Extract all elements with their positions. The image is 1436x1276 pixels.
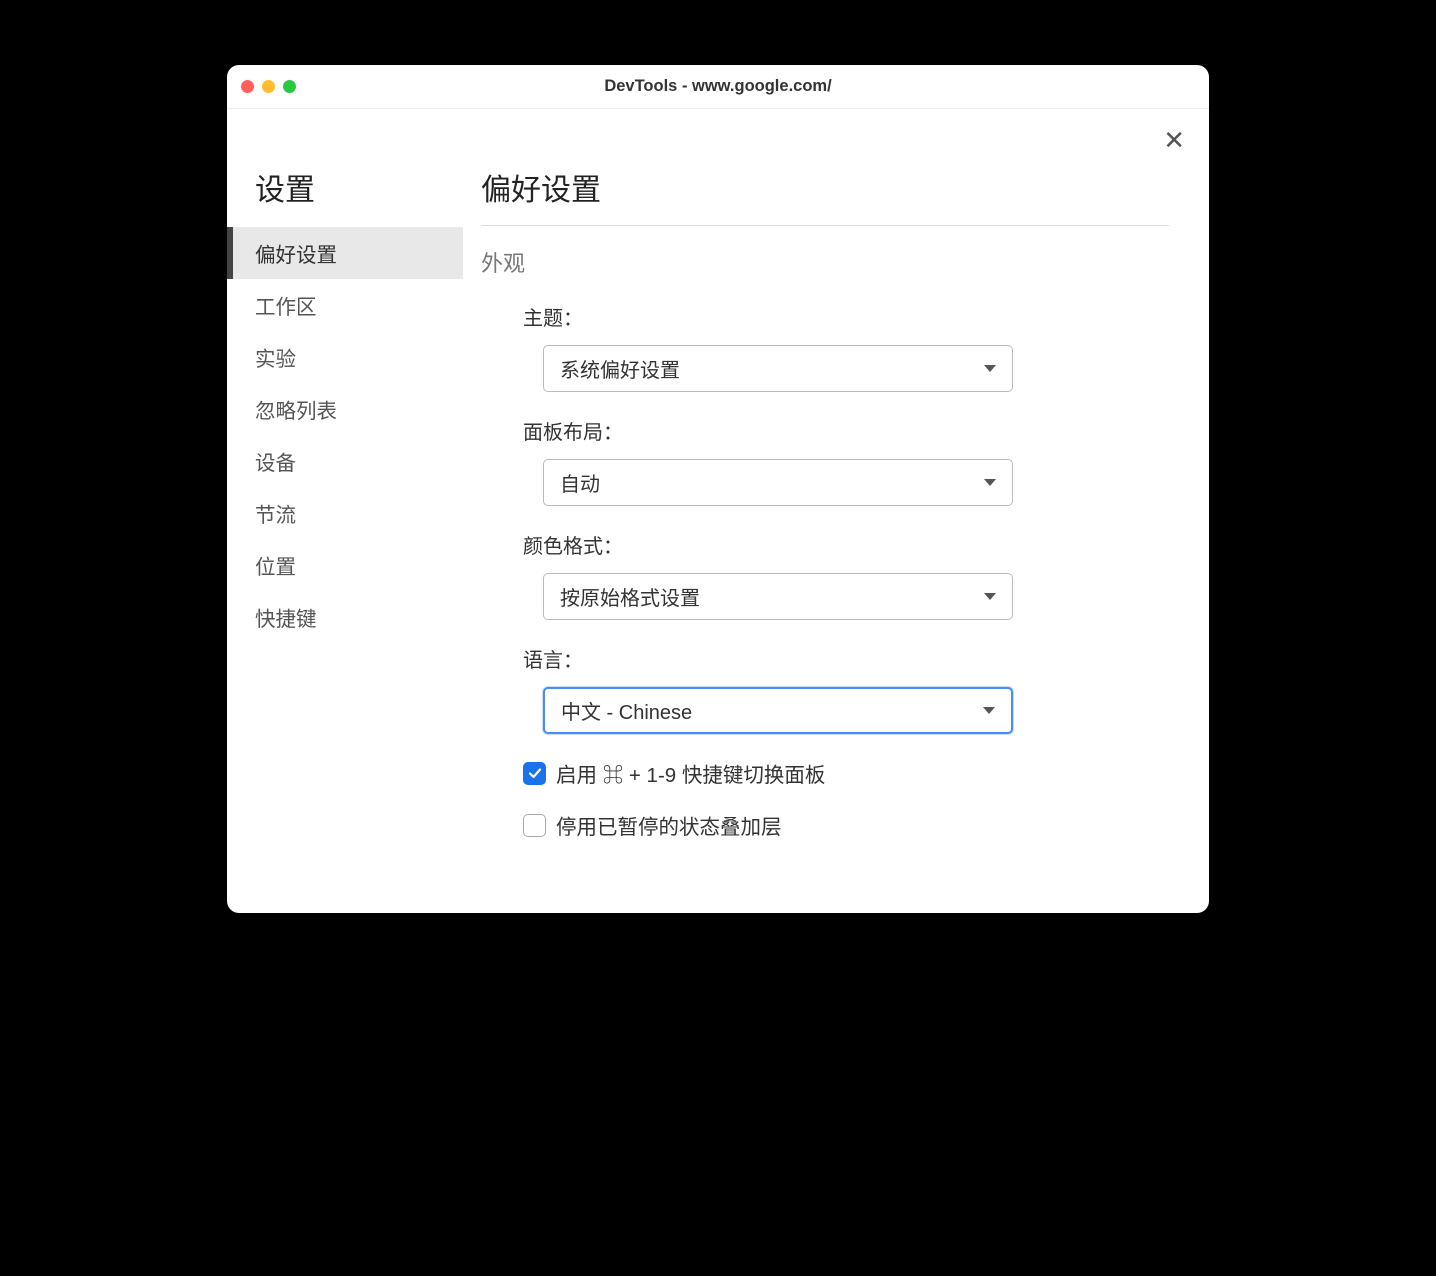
- sidebar-item-preferences[interactable]: 偏好设置: [227, 227, 463, 279]
- checkbox-label: 启用 ⌘ + 1-9 快捷键切换面板: [556, 758, 825, 788]
- window-maximize-button[interactable]: [283, 80, 296, 93]
- sidebar: 设置 偏好设置 工作区 实验 忽略列表 设备 节流 位置 快捷: [227, 137, 463, 913]
- window-minimize-button[interactable]: [262, 80, 275, 93]
- field-label: 颜色格式：: [523, 530, 1169, 559]
- select-value: 自动: [560, 468, 600, 497]
- panel-layout-select[interactable]: 自动: [543, 459, 1013, 506]
- select-value: 系统偏好设置: [560, 354, 680, 383]
- sidebar-item-throttling[interactable]: 节流: [227, 487, 463, 539]
- traffic-lights: [241, 80, 296, 93]
- checkbox-paused-overlay[interactable]: [523, 814, 546, 837]
- check-icon: [527, 765, 543, 781]
- main-panel: 偏好设置 外观 主题： 系统偏好设置 面板布局： 自动: [463, 137, 1209, 913]
- chevron-down-icon: [984, 479, 996, 486]
- sidebar-item-devices[interactable]: 设备: [227, 435, 463, 487]
- chevron-down-icon: [984, 593, 996, 600]
- sidebar-item-label: 偏好设置: [255, 238, 337, 268]
- sidebar-title: 设置: [227, 165, 463, 227]
- chevron-down-icon: [984, 365, 996, 372]
- select-value: 中文 - Chinese: [561, 696, 692, 725]
- language-select[interactable]: 中文 - Chinese: [543, 687, 1013, 734]
- titlebar: DevTools - www.google.com/: [227, 65, 1209, 109]
- sidebar-item-ignore-list[interactable]: 忽略列表: [227, 383, 463, 435]
- window-close-button[interactable]: [241, 80, 254, 93]
- field-label: 语言：: [523, 644, 1169, 673]
- field-panel-layout: 面板布局： 自动: [481, 416, 1169, 506]
- select-value: 按原始格式设置: [560, 582, 700, 611]
- sidebar-item-label: 设备: [255, 446, 296, 476]
- devtools-settings-window: DevTools - www.google.com/ ✕ 设置 偏好设置 工作区…: [227, 65, 1209, 913]
- field-theme: 主题： 系统偏好设置: [481, 302, 1169, 392]
- color-format-select[interactable]: 按原始格式设置: [543, 573, 1013, 620]
- sidebar-item-label: 忽略列表: [255, 394, 337, 424]
- window-title: DevTools - www.google.com/: [227, 77, 1209, 96]
- sidebar-item-label: 快捷键: [255, 602, 317, 632]
- sidebar-item-locations[interactable]: 位置: [227, 539, 463, 591]
- content-area: ✕ 设置 偏好设置 工作区 实验 忽略列表 设备 节流 位置: [227, 109, 1209, 913]
- checkbox-row-shortcuts[interactable]: 启用 ⌘ + 1-9 快捷键切换面板: [481, 758, 1169, 788]
- page-title: 偏好设置: [481, 165, 1169, 226]
- sidebar-item-label: 实验: [255, 342, 296, 372]
- field-label: 面板布局：: [523, 416, 1169, 445]
- theme-select[interactable]: 系统偏好设置: [543, 345, 1013, 392]
- sidebar-item-workspace[interactable]: 工作区: [227, 279, 463, 331]
- field-label: 主题：: [523, 302, 1169, 331]
- checkbox-row-paused-overlay[interactable]: 停用已暂停的状态叠加层: [481, 810, 1169, 840]
- sidebar-item-label: 工作区: [255, 290, 317, 320]
- sidebar-item-label: 节流: [255, 498, 296, 528]
- sidebar-item-shortcuts[interactable]: 快捷键: [227, 591, 463, 643]
- checkbox-label: 停用已暂停的状态叠加层: [556, 810, 782, 840]
- close-icon[interactable]: ✕: [1163, 127, 1185, 153]
- field-language: 语言： 中文 - Chinese: [481, 644, 1169, 734]
- sidebar-item-label: 位置: [255, 550, 296, 580]
- sidebar-item-experiments[interactable]: 实验: [227, 331, 463, 383]
- checkbox-shortcuts[interactable]: [523, 762, 546, 785]
- chevron-down-icon: [983, 707, 995, 714]
- field-color-format: 颜色格式： 按原始格式设置: [481, 530, 1169, 620]
- section-label-appearance: 外观: [481, 246, 1169, 278]
